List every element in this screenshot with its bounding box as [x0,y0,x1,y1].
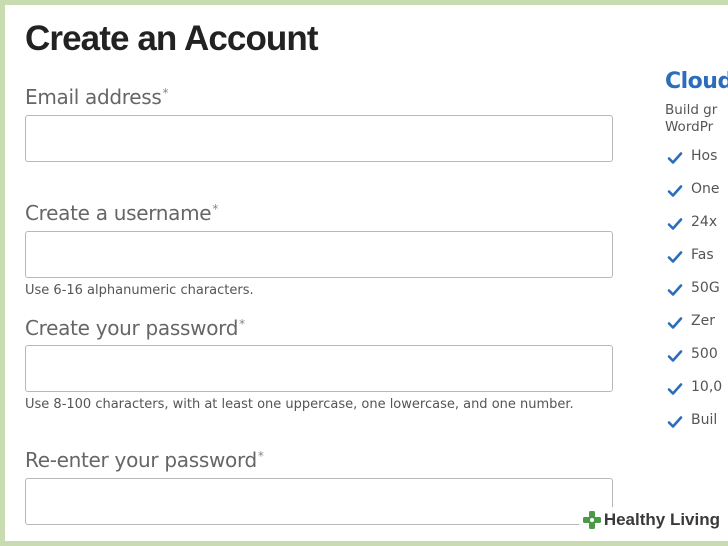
plan-feature-item: Fas [665,247,728,280]
plan-feature-item: Zer [665,313,728,346]
page-title: Create an Account [25,19,319,58]
page-frame: Create an Account Email address* Create … [5,5,728,541]
plan-feature-item: Hos [665,148,728,181]
required-marker: * [212,202,219,216]
plan-feature-text: 10,0 [691,379,723,395]
confirm-password-label-text: Re-enter your password [25,448,257,472]
plan-description: Build gr WordPr [665,102,728,136]
plan-feature-item: 50G [665,280,728,313]
username-label: Create a username* [25,201,218,225]
username-label-text: Create a username [25,201,212,225]
plan-title: Cloud [665,69,728,94]
checkmark-icon [667,185,683,197]
checkmark-icon [667,416,683,428]
checkmark-icon [667,383,683,395]
plan-feature-text: Hos [691,148,718,164]
plan-feature-text: 50G [691,280,720,296]
password-label-text: Create your password [25,316,239,340]
watermark: Healthy Living [578,507,724,533]
plan-feature-text: Buil [691,412,718,428]
email-label: Email address* [25,85,169,109]
username-hint: Use 6-16 alphanumeric characters. [25,283,254,298]
plan-feature-item: Buil [665,412,728,445]
email-field[interactable] [25,115,613,162]
plan-feature-item: One [665,181,728,214]
required-marker: * [257,449,264,463]
required-marker: * [162,86,169,100]
plan-feature-text: Fas [691,247,714,263]
plan-feature-text: Zer [691,313,715,329]
plan-feature-text: One [691,181,720,197]
checkmark-icon [667,284,683,296]
password-hint: Use 8-100 characters, with at least one … [25,397,574,412]
plan-feature-text: 24x [691,214,718,230]
email-label-text: Email address [25,85,162,109]
required-marker: * [239,317,245,331]
checkmark-icon [667,317,683,329]
watermark-text: Healthy Living [603,510,720,529]
plan-feature-item: 500 [665,346,728,379]
checkmark-icon [667,218,683,230]
password-field[interactable] [25,345,613,392]
leaf-cross-icon [582,511,601,529]
plan-feature-list: Hos One 24x Fas 50G Zer 500 10,0 Buil [665,148,728,445]
confirm-password-field[interactable] [25,478,613,525]
plan-promo-panel: Cloud Build gr WordPr Hos One 24x Fas 50… [665,69,728,445]
password-label: Create your password* [25,316,245,340]
checkmark-icon [667,350,683,362]
confirm-password-label: Re-enter your password* [25,448,264,472]
checkmark-icon [667,251,683,263]
checkmark-icon [667,152,683,164]
plan-feature-item: 24x [665,214,728,247]
plan-feature-item: 10,0 [665,379,728,412]
plan-description-line: WordPr [665,119,714,135]
plan-description-line: Build gr [665,102,718,118]
plan-feature-text: 500 [691,346,718,362]
username-field[interactable] [25,231,613,278]
